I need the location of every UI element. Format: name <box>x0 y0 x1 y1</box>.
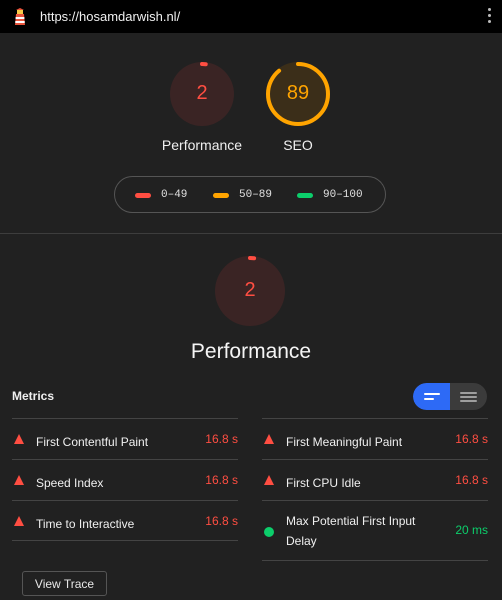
gauge-seo-label: SEO <box>283 137 313 153</box>
legend-fail-swatch <box>135 192 151 198</box>
fail-triangle-icon <box>14 516 24 526</box>
metric-name: First CPU Idle <box>286 476 361 490</box>
metric-value: 16.8 s <box>205 514 238 528</box>
metric-name: First Meaningful Paint <box>286 435 403 449</box>
metrics-column-left: First Contentful Paint 16.8 s Speed Inde… <box>12 418 238 541</box>
legend-pass-swatch <box>297 192 313 198</box>
legend-item-average: 50–89 <box>213 189 272 201</box>
metric-row: Time to Interactive 16.8 s <box>12 500 238 541</box>
legend-item-pass: 90–100 <box>297 189 363 201</box>
metric-name: Time to Interactive <box>36 517 135 531</box>
gauge-performance-score: 2 <box>196 82 208 104</box>
metric-name: Speed Index <box>36 476 104 490</box>
legend-average-label: 50–89 <box>239 189 273 201</box>
metrics-view-toggle[interactable] <box>413 383 487 410</box>
metric-row: Max Potential First Input Delay 20 ms <box>262 500 488 561</box>
category-title: Performance <box>190 340 312 363</box>
metric-name: Max Potential First Input Delay <box>286 514 416 548</box>
legend-item-fail: 0–49 <box>135 189 187 201</box>
metric-row: First Meaningful Paint 16.8 s <box>262 418 488 459</box>
metric-value: 16.8 s <box>205 473 238 487</box>
compact-view-button[interactable] <box>450 383 487 410</box>
legend-pass-label: 90–100 <box>323 189 363 201</box>
metric-row: First Contentful Paint 16.8 s <box>12 418 238 459</box>
lighthouse-icon <box>15 8 25 25</box>
gauge-performance-label: Performance <box>161 137 243 153</box>
gauge-seo[interactable]: 89 SEO <box>264 60 332 160</box>
legend-average-swatch <box>213 192 229 198</box>
kebab-menu-icon[interactable] <box>486 8 492 26</box>
pass-circle-icon <box>264 527 274 537</box>
metric-value: 20 ms <box>455 523 488 537</box>
gauge-performance[interactable]: 2 Performance <box>162 60 242 160</box>
category-gauge: 2 <box>213 254 287 328</box>
metric-row: Speed Index 16.8 s <box>12 459 238 500</box>
fail-triangle-icon <box>14 475 24 485</box>
section-divider <box>0 233 502 234</box>
metric-value: 16.8 s <box>455 432 488 446</box>
metric-value: 16.8 s <box>205 432 238 446</box>
metric-name: First Contentful Paint <box>36 435 149 449</box>
metrics-column-right: First Meaningful Paint 16.8 s First CPU … <box>262 418 488 561</box>
metric-row: First CPU Idle 16.8 s <box>262 459 488 500</box>
category-score: 2 <box>244 279 256 301</box>
gauge-seo-score: 89 <box>286 82 310 104</box>
view-trace-button[interactable]: View Trace <box>22 571 107 596</box>
browser-bar: https://hosamdarwish.nl/ <box>0 0 502 33</box>
metric-value: 16.8 s <box>455 473 488 487</box>
url-text[interactable]: https://hosamdarwish.nl/ <box>40 9 180 24</box>
expanded-view-button[interactable] <box>413 383 450 410</box>
fail-triangle-icon <box>14 434 24 444</box>
fail-triangle-icon <box>264 475 274 485</box>
score-legend: 0–49 50–89 90–100 <box>114 176 386 213</box>
metrics-heading: Metrics <box>12 389 55 403</box>
fail-triangle-icon <box>264 434 274 444</box>
legend-fail-label: 0–49 <box>161 189 188 201</box>
